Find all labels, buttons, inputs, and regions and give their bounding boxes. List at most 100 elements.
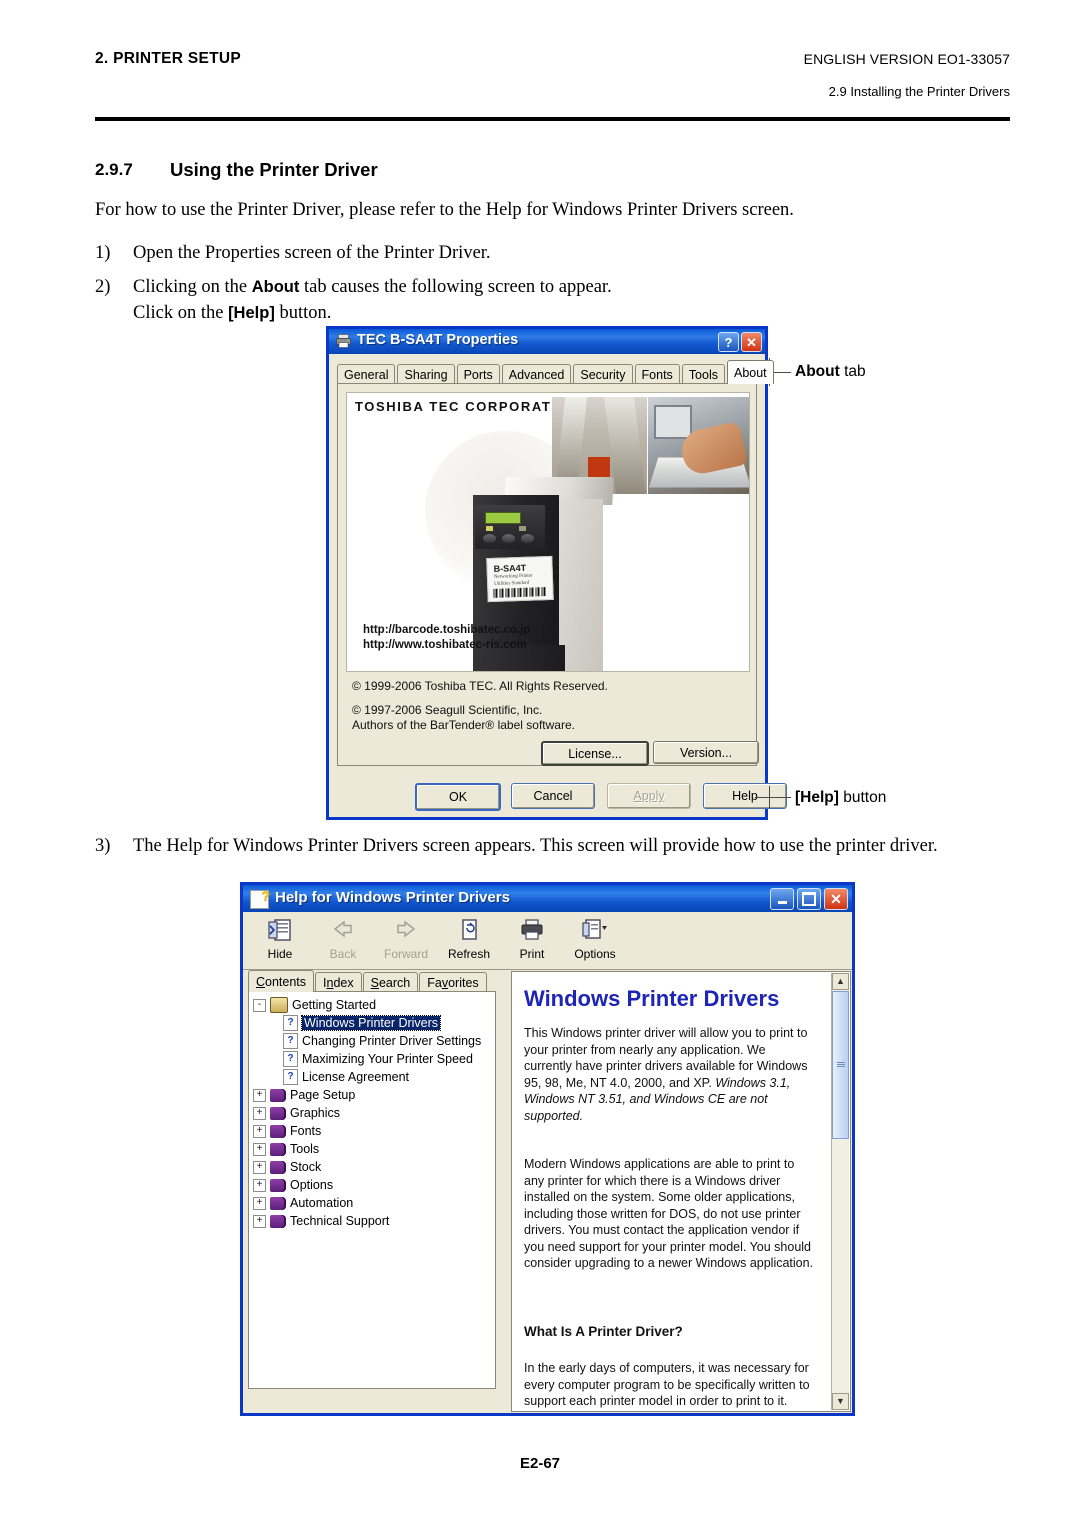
ok-button[interactable]: OK xyxy=(415,783,501,811)
about-callout-rest: tab xyxy=(839,363,866,380)
tab-favorites[interactable]: Favorites xyxy=(419,972,487,992)
closed-book-icon xyxy=(270,1088,286,1102)
tree-toggle-icon[interactable]: + xyxy=(253,1088,266,1102)
tree-item-windows-printer-drivers[interactable]: ? Windows Printer Drivers xyxy=(253,1014,495,1032)
help-toolbar[interactable]: Hide Back Forward Refresh Print Options xyxy=(243,912,852,970)
tree-toggle-icon[interactable]: + xyxy=(253,1142,266,1156)
tree-item-license-agreement[interactable]: ? License Agreement xyxy=(253,1068,495,1086)
tab-ports[interactable]: Ports xyxy=(456,364,500,384)
toolbar-hide-button[interactable]: Hide xyxy=(249,917,311,961)
about-banner-image: TOSHIBA TEC CORPORATION B-SA4T Networkin… xyxy=(346,392,750,672)
running-header: 2. PRINTER SETUP ENGLISH VERSION EO1-330… xyxy=(95,50,1010,110)
properties-titlebar-buttons[interactable]: ? ✕ xyxy=(718,332,762,352)
section-intro: For how to use the Printer Driver, pleas… xyxy=(95,200,794,220)
toshiba-tec-logo: TOSHIBA TEC CORPORATION xyxy=(355,399,580,414)
label-model-text: B-SA4T xyxy=(493,562,527,574)
printer-icon xyxy=(501,917,563,947)
copyright-seagull: © 1997-2006 Seagull Scientific, Inc. xyxy=(352,703,543,717)
help-topic-icon: ? xyxy=(283,1015,298,1031)
scroll-down-arrow-icon[interactable]: ▼ xyxy=(832,1393,849,1410)
properties-dialog-title: TEC B-SA4T Properties xyxy=(357,332,519,348)
help-contents-tree[interactable]: - Getting Started ? Windows Printer Driv… xyxy=(248,991,496,1389)
tree-item-options[interactable]: + Options xyxy=(253,1176,495,1194)
tree-item-label: Maximizing Your Printer Speed xyxy=(302,1052,473,1066)
maximize-icon[interactable] xyxy=(797,888,821,910)
tree-item-page-setup[interactable]: + Page Setup xyxy=(253,1086,495,1104)
tree-toggle-icon[interactable]: + xyxy=(253,1106,266,1120)
help-titlebar-button[interactable]: ? xyxy=(718,332,739,352)
tree-toggle-icon[interactable]: - xyxy=(253,998,266,1012)
close-icon[interactable]: ✕ xyxy=(824,888,848,910)
document-page: 2. PRINTER SETUP ENGLISH VERSION EO1-330… xyxy=(0,0,1080,1528)
tree-item-label: Technical Support xyxy=(290,1214,390,1228)
tab-search[interactable]: Search xyxy=(362,972,419,992)
license-button-label: License... xyxy=(568,746,622,761)
tree-item-label: Graphics xyxy=(290,1106,341,1120)
tree-item-label: Getting Started xyxy=(292,998,377,1012)
toolbar-refresh-button[interactable]: Refresh xyxy=(438,917,500,961)
toolbar-print-button[interactable]: Print xyxy=(501,917,563,961)
tree-toggle-icon[interactable]: + xyxy=(253,1124,266,1138)
label-line2-text: Utilities Standard xyxy=(494,580,530,587)
properties-tab-bar[interactable]: General Sharing Ports Advanced Security … xyxy=(337,360,776,384)
tree-item-stock[interactable]: + Stock xyxy=(253,1158,495,1176)
step-2-text-d: button. xyxy=(274,303,332,323)
close-icon[interactable]: ✕ xyxy=(741,332,762,352)
closed-book-icon xyxy=(270,1160,286,1174)
step-2-text-a: Clicking on the xyxy=(133,277,252,297)
help-titlebar-buttons[interactable]: ✕ xyxy=(770,888,848,910)
ok-button-label: OK xyxy=(448,790,468,804)
tab-index[interactable]: Index xyxy=(315,972,362,992)
tree-item-tools[interactable]: + Tools xyxy=(253,1140,495,1158)
tab-general[interactable]: General xyxy=(337,364,396,384)
help-content-scrollbar[interactable]: ▲ ▼ xyxy=(831,973,849,1410)
help-window[interactable]: Help for Windows Printer Drivers ✕ Hide … xyxy=(240,882,855,1416)
barcode-graphic xyxy=(493,587,548,598)
help-button[interactable]: Help xyxy=(703,783,787,809)
toolbar-options-button[interactable]: Options xyxy=(564,917,626,961)
tree-toggle-icon[interactable]: + xyxy=(253,1214,266,1228)
printer-properties-dialog[interactable]: TEC B-SA4T Properties ? ✕ General Sharin… xyxy=(326,326,787,820)
help-callout-line xyxy=(755,797,791,798)
tree-toggle-icon[interactable]: + xyxy=(253,1178,266,1192)
toolbar-refresh-label: Refresh xyxy=(447,947,491,961)
cancel-button[interactable]: Cancel xyxy=(511,783,595,809)
license-button[interactable]: License... xyxy=(541,741,649,766)
tree-toggle-icon[interactable]: + xyxy=(253,1196,266,1210)
toolbar-back-label: Back xyxy=(329,947,357,961)
minimize-icon[interactable] xyxy=(770,888,794,910)
about-tab-callout: About tab xyxy=(795,363,866,381)
help-button-callout: [Help] button xyxy=(795,789,886,807)
printer-led-online xyxy=(486,526,493,531)
tree-item-changing-printer-driver-settings[interactable]: ? Changing Printer Driver Settings xyxy=(253,1032,495,1050)
help-button-label: Help xyxy=(732,789,758,803)
tree-item-automation[interactable]: + Automation xyxy=(253,1194,495,1212)
step-2-about-keyword: About xyxy=(251,278,300,296)
help-topic-icon: ? xyxy=(283,1069,298,1085)
properties-dialog-footer: OK Cancel Apply Help xyxy=(329,773,787,817)
help-tab-bar[interactable]: Contents Index Search Favorites xyxy=(248,970,488,992)
tab-advanced[interactable]: Advanced xyxy=(501,364,572,384)
printed-label: B-SA4T Networking Printer Utilities Stan… xyxy=(486,555,554,603)
toolbar-hide-label: Hide xyxy=(267,947,293,961)
tab-sharing[interactable]: Sharing xyxy=(397,364,455,384)
tree-item-maximizing-your-printer-speed[interactable]: ? Maximizing Your Printer Speed xyxy=(253,1050,495,1068)
scrollbar-thumb[interactable] xyxy=(832,991,849,1139)
version-button[interactable]: Version... xyxy=(653,741,759,764)
tab-security[interactable]: Security xyxy=(573,364,633,384)
tree-item-fonts[interactable]: + Fonts xyxy=(253,1122,495,1140)
toolbar-forward-label: Forward xyxy=(383,947,428,961)
tab-about[interactable]: About xyxy=(726,360,774,384)
tab-contents[interactable]: Contents xyxy=(248,970,315,992)
tree-item-getting-started[interactable]: - Getting Started xyxy=(253,996,495,1014)
tree-item-graphics[interactable]: + Graphics xyxy=(253,1104,495,1122)
page-title: Using the Printer Driver xyxy=(170,159,378,180)
tree-item-technical-support[interactable]: + Technical Support xyxy=(253,1212,495,1230)
tree-toggle-icon[interactable]: + xyxy=(253,1160,266,1174)
tree-item-label: License Agreement xyxy=(302,1070,410,1084)
tab-fonts[interactable]: Fonts xyxy=(634,364,680,384)
tab-tools[interactable]: Tools xyxy=(681,364,725,384)
help-navigation-pane[interactable]: Contents Index Search Favorites - Gettin… xyxy=(248,970,504,1412)
tree-item-label: Tools xyxy=(290,1142,320,1156)
scroll-up-arrow-icon[interactable]: ▲ xyxy=(832,973,849,990)
